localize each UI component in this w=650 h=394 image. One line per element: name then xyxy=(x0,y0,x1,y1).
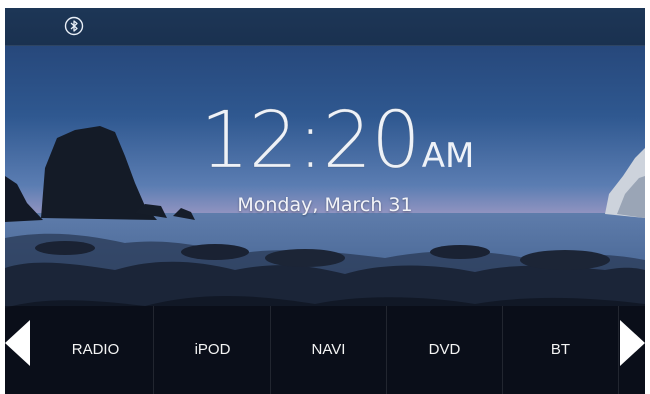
home-screen: 12:20AM Monday, March 31 RADIO iPOD NAVI… xyxy=(5,8,645,394)
menu-item-ipod[interactable]: iPOD xyxy=(155,306,271,394)
menu-item-radio[interactable]: RADIO xyxy=(38,306,154,394)
date-label: Monday, March 31 xyxy=(237,194,413,216)
status-bar xyxy=(5,8,645,46)
arrow-left-icon[interactable] xyxy=(5,320,30,366)
arrow-right-icon[interactable] xyxy=(620,320,645,366)
clock: 12:20AM xyxy=(200,96,475,186)
bluetooth-icon[interactable] xyxy=(64,16,84,36)
source-menu: RADIO iPOD NAVI DVD BT xyxy=(5,306,645,394)
menu-item-bt[interactable]: BT xyxy=(503,306,619,394)
menu-item-navi[interactable]: NAVI xyxy=(271,306,387,394)
clock-ampm: AM xyxy=(421,136,475,176)
menu-item-dvd[interactable]: DVD xyxy=(387,306,503,394)
clock-time: 12:20 xyxy=(200,96,421,186)
